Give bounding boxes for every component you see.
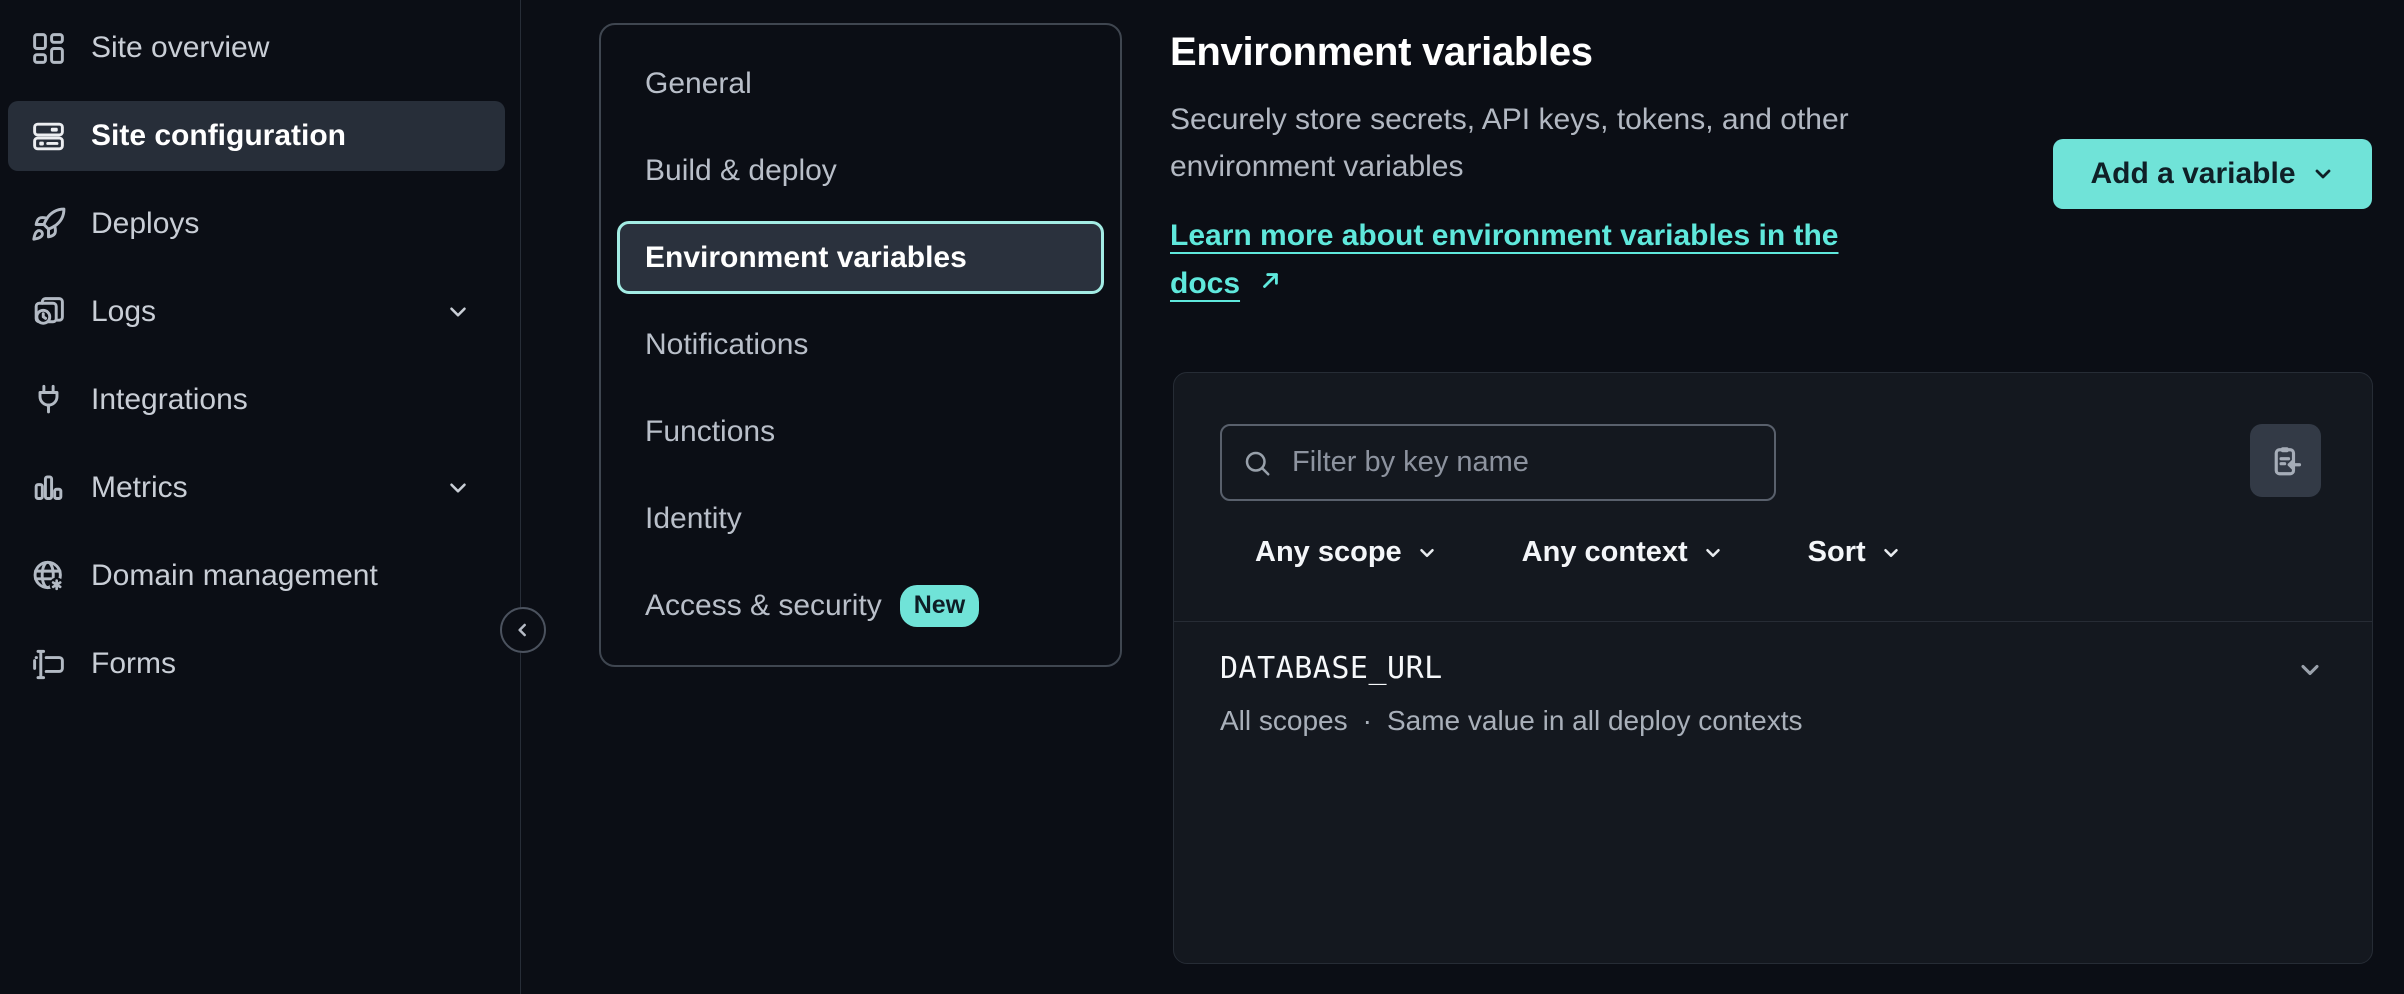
scope-filter-label: Any scope bbox=[1255, 536, 1402, 569]
chevron-down-icon bbox=[1880, 542, 1902, 564]
rocket-icon bbox=[30, 206, 67, 243]
logs-clock-icon bbox=[30, 294, 67, 331]
bar-chart-icon bbox=[30, 470, 67, 507]
server-icon bbox=[30, 118, 67, 155]
variable-key: DATABASE_URL bbox=[1220, 651, 1443, 686]
dashboard-icon bbox=[30, 30, 67, 67]
tab-label: Access & security bbox=[645, 589, 882, 623]
sidebar-item-label: Forms bbox=[91, 647, 176, 681]
sidebar-item-domain-management[interactable]: Domain management bbox=[8, 541, 505, 611]
add-variable-button[interactable]: Add a variable bbox=[2053, 139, 2372, 209]
sidebar-item-logs[interactable]: Logs bbox=[8, 277, 505, 347]
tab-label: Build & deploy bbox=[645, 154, 837, 188]
sidebar-item-label: Site configuration bbox=[91, 119, 346, 153]
sidebar-item-label: Metrics bbox=[91, 471, 188, 505]
site-configuration-nav: General Build & deploy Environment varia… bbox=[599, 23, 1122, 667]
docs-link[interactable]: Learn more about environment variables i… bbox=[1170, 212, 1915, 308]
import-env-button[interactable] bbox=[2250, 424, 2321, 497]
sidebar-item-integrations[interactable]: Integrations bbox=[8, 365, 505, 435]
tab-label: Environment variables bbox=[645, 241, 967, 275]
chevron-down-icon bbox=[2311, 162, 2335, 186]
tab-label: General bbox=[645, 67, 752, 101]
page-description: Securely store secrets, API keys, tokens… bbox=[1170, 96, 1950, 190]
sort-label: Sort bbox=[1808, 536, 1866, 569]
tab-environment-variables[interactable]: Environment variables bbox=[617, 221, 1104, 294]
panel-divider bbox=[1174, 621, 2372, 622]
chevron-down-icon bbox=[1416, 542, 1438, 564]
context-filter-dropdown[interactable]: Any context bbox=[1522, 536, 1724, 569]
variable-meta: All scopes · Same value in all deploy co… bbox=[1220, 705, 1803, 737]
sidebar: Site overview Site configuration Deploys bbox=[0, 0, 521, 994]
filter-search-box bbox=[1220, 424, 1776, 501]
tab-identity[interactable]: Identity bbox=[617, 482, 1104, 555]
globe-icon bbox=[30, 558, 67, 595]
sort-dropdown[interactable]: Sort bbox=[1808, 536, 1902, 569]
sidebar-item-label: Site overview bbox=[91, 31, 269, 65]
tab-functions[interactable]: Functions bbox=[617, 395, 1104, 468]
sidebar-item-label: Integrations bbox=[91, 383, 248, 417]
chevron-down-icon bbox=[1702, 542, 1724, 564]
form-input-icon bbox=[30, 646, 67, 683]
chevron-left-icon bbox=[513, 620, 533, 640]
meta-separator: · bbox=[1363, 705, 1372, 737]
add-variable-label: Add a variable bbox=[2090, 157, 2295, 191]
scope-filter-dropdown[interactable]: Any scope bbox=[1255, 536, 1438, 569]
plug-icon bbox=[30, 382, 67, 419]
variable-scopes: All scopes bbox=[1220, 705, 1348, 737]
tab-notifications[interactable]: Notifications bbox=[617, 308, 1104, 381]
tab-label: Functions bbox=[645, 415, 775, 449]
expand-variable-chevron-icon[interactable] bbox=[2296, 656, 2324, 684]
sidebar-item-deploys[interactable]: Deploys bbox=[8, 189, 505, 259]
tab-general[interactable]: General bbox=[617, 47, 1104, 120]
chevron-down-icon bbox=[445, 475, 471, 501]
sidebar-item-label: Deploys bbox=[91, 207, 199, 241]
filter-bar: Any scope Any context Sort bbox=[1255, 536, 1902, 569]
tab-label: Identity bbox=[645, 502, 742, 536]
context-filter-label: Any context bbox=[1522, 536, 1688, 569]
variable-contexts: Same value in all deploy contexts bbox=[1387, 705, 1803, 737]
new-badge: New bbox=[900, 585, 979, 627]
clipboard-import-icon bbox=[2268, 443, 2304, 479]
external-link-icon bbox=[1258, 267, 1284, 293]
sidebar-item-forms[interactable]: Forms bbox=[8, 629, 505, 699]
filter-key-input[interactable] bbox=[1290, 445, 1754, 480]
tab-access-security[interactable]: Access & security New bbox=[617, 569, 1104, 642]
sidebar-item-site-configuration[interactable]: Site configuration bbox=[8, 101, 505, 171]
sidebar-item-label: Logs bbox=[91, 295, 156, 329]
sidebar-item-metrics[interactable]: Metrics bbox=[8, 453, 505, 523]
sidebar-item-label: Domain management bbox=[91, 559, 378, 593]
tab-build-deploy[interactable]: Build & deploy bbox=[617, 134, 1104, 207]
chevron-down-icon bbox=[445, 299, 471, 325]
sidebar-item-site-overview[interactable]: Site overview bbox=[8, 13, 505, 83]
search-icon bbox=[1242, 448, 1272, 478]
sidebar-collapse-button[interactable] bbox=[500, 607, 546, 653]
tab-label: Notifications bbox=[645, 328, 808, 362]
page-title: Environment variables bbox=[1170, 30, 1593, 75]
environment-variables-panel: Any scope Any context Sort DATABASE_URL … bbox=[1173, 372, 2373, 964]
